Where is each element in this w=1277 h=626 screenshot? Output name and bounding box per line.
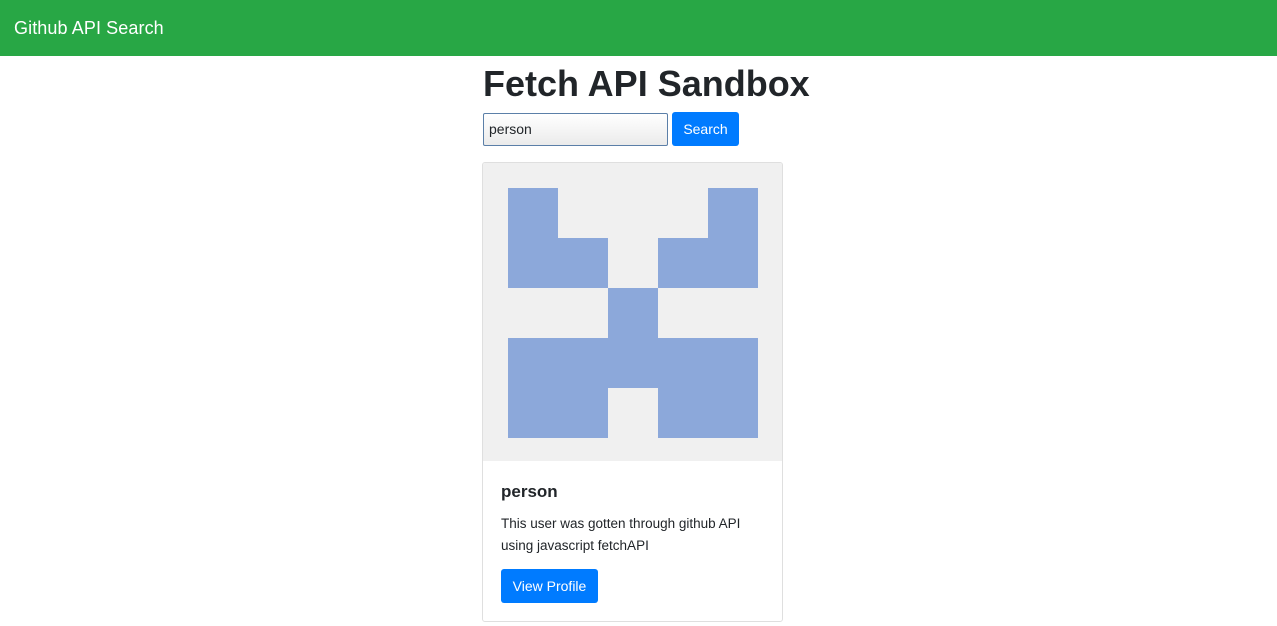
page-title: Fetch API Sandbox — [483, 63, 810, 104]
search-input[interactable] — [483, 112, 668, 146]
navbar: Github API Search — [0, 0, 1277, 56]
user-name: person — [501, 482, 558, 501]
user-card: person This user was gotten through gith… — [482, 162, 783, 622]
navbar-brand[interactable]: Github API Search — [14, 18, 164, 39]
identicon-image — [508, 188, 758, 438]
view-profile-button[interactable]: View Profile — [501, 569, 598, 603]
user-description: This user was gotten through github API … — [501, 516, 741, 553]
avatar — [483, 163, 782, 461]
search-button[interactable]: Search — [672, 112, 739, 146]
search-form: Search — [483, 112, 739, 146]
